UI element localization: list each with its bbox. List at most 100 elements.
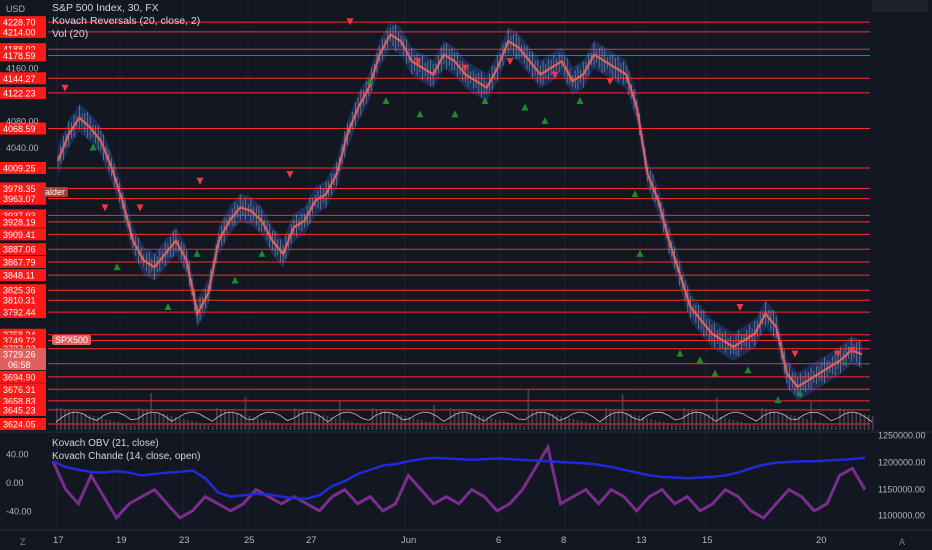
volume-bar	[621, 394, 624, 430]
volume-bar	[92, 416, 95, 430]
volume-bar	[207, 425, 210, 430]
chart-canvas[interactable]: 4228.704214.004188.024178.594144.274122.…	[0, 0, 932, 550]
volume-bar	[64, 409, 66, 430]
volume-bar	[117, 422, 120, 430]
volume-bar	[638, 416, 640, 430]
volume-bar	[256, 418, 259, 430]
price-axis-tick: 4040.00	[6, 143, 39, 153]
fullscreen-button[interactable]	[872, 0, 928, 12]
volume-bar	[699, 412, 702, 430]
volume-bar	[244, 397, 247, 430]
volume-bar	[810, 402, 812, 430]
volume-bar	[80, 413, 83, 430]
volume-bar	[572, 419, 575, 430]
volume-bar	[814, 421, 817, 430]
partial-label: alder	[42, 187, 69, 197]
volume-bar	[716, 398, 718, 430]
chart-title[interactable]: S&P 500 Index, 30, FX	[52, 2, 200, 15]
volume-bar	[601, 426, 603, 430]
volume-bar	[199, 423, 202, 430]
reversal-up-marker	[576, 97, 584, 105]
volume-bar	[515, 424, 517, 430]
reversal-up-marker	[636, 249, 644, 257]
volume-bar	[818, 422, 821, 430]
price-level-label: 3909.41	[3, 230, 36, 240]
legend-kovach-obv[interactable]: Kovach OBV (21, close)	[52, 437, 200, 450]
reversal-down-marker	[506, 58, 514, 66]
volume-bar	[531, 409, 534, 430]
zoom-button[interactable]: Z	[20, 537, 26, 547]
volume-bar	[589, 423, 591, 430]
volume-bar	[461, 411, 464, 430]
volume-bar	[109, 420, 111, 430]
volume-bar	[761, 408, 763, 430]
price-level-label: 3810.31	[3, 296, 36, 306]
obv-axis-tick: 1250000.00	[878, 431, 926, 441]
osc-axis-tick: 0.00	[6, 478, 24, 488]
reversal-down-marker	[791, 350, 799, 358]
volume-bar	[261, 419, 263, 430]
volume-bar	[445, 426, 448, 430]
volume-bar	[404, 416, 407, 430]
price-level-label: 4214.00	[3, 27, 36, 37]
volume-bar	[441, 425, 443, 430]
volume-bar	[822, 423, 825, 430]
volume-bar	[539, 411, 542, 430]
volume-bar	[351, 422, 353, 430]
volume-bar	[802, 418, 804, 430]
auto-scale-button[interactable]: A	[899, 537, 905, 547]
volume-bar	[494, 419, 497, 430]
volume-bar	[671, 424, 673, 430]
volume-bar	[617, 411, 620, 430]
currency-label: USD	[6, 4, 26, 14]
volume-bar	[334, 418, 337, 430]
indicator-legend: Kovach OBV (21, close) Kovach Chande (14…	[52, 437, 200, 463]
volume-bar	[416, 419, 419, 430]
reversal-up-marker	[193, 249, 201, 257]
volume-bar	[666, 423, 669, 430]
price-level-label: 3887.06	[3, 245, 36, 255]
legend-volume[interactable]: Vol (20)	[52, 28, 200, 41]
obv-axis-tick: 1150000.00	[878, 485, 925, 495]
volume-bar	[375, 409, 378, 430]
volume-bar	[322, 415, 325, 430]
volume-bar	[170, 416, 173, 430]
volume-bar	[523, 426, 525, 430]
reversal-down-marker	[736, 304, 744, 312]
volume-bar	[789, 415, 792, 430]
price-level-label: 3867.79	[3, 258, 36, 268]
price-level-label: 4178.59	[3, 51, 36, 61]
volume-bar	[420, 420, 423, 430]
volume-bar	[105, 419, 107, 430]
volume-bar	[76, 412, 79, 430]
price-level-label: 3694.90	[3, 372, 36, 382]
volume-bar	[683, 408, 685, 430]
volume-bar	[388, 412, 390, 430]
date-label: 17	[53, 535, 64, 546]
volume-bar	[584, 422, 587, 430]
volume-bar	[162, 414, 165, 430]
reversal-down-marker	[286, 171, 294, 179]
volume-bar	[740, 422, 743, 430]
volume-bar	[580, 421, 583, 430]
legend-kovach-chande[interactable]: Kovach Chande (14, close, open)	[52, 450, 200, 463]
volume-bar	[519, 425, 521, 430]
volume-bar	[695, 411, 698, 430]
volume-bar	[232, 412, 234, 430]
volume-bar	[158, 413, 161, 430]
price-level-label: 3792.44	[3, 308, 36, 318]
volume-bar	[269, 421, 271, 430]
volume-bar	[72, 411, 74, 430]
volume-bar	[113, 421, 115, 430]
volume-bar	[84, 414, 87, 430]
volume-bar	[568, 418, 571, 430]
price-axis-tick: 4160.00	[6, 63, 39, 73]
volume-bar	[359, 424, 361, 430]
volume-bar	[363, 425, 366, 430]
volume-bar	[502, 421, 505, 430]
legend-kovach-reversals[interactable]: Kovach Reversals (20, close, 2)	[52, 15, 200, 28]
reversal-down-marker	[606, 78, 614, 86]
volume-bar	[757, 426, 759, 430]
volume-bar	[720, 417, 722, 430]
volume-bar	[839, 408, 841, 430]
